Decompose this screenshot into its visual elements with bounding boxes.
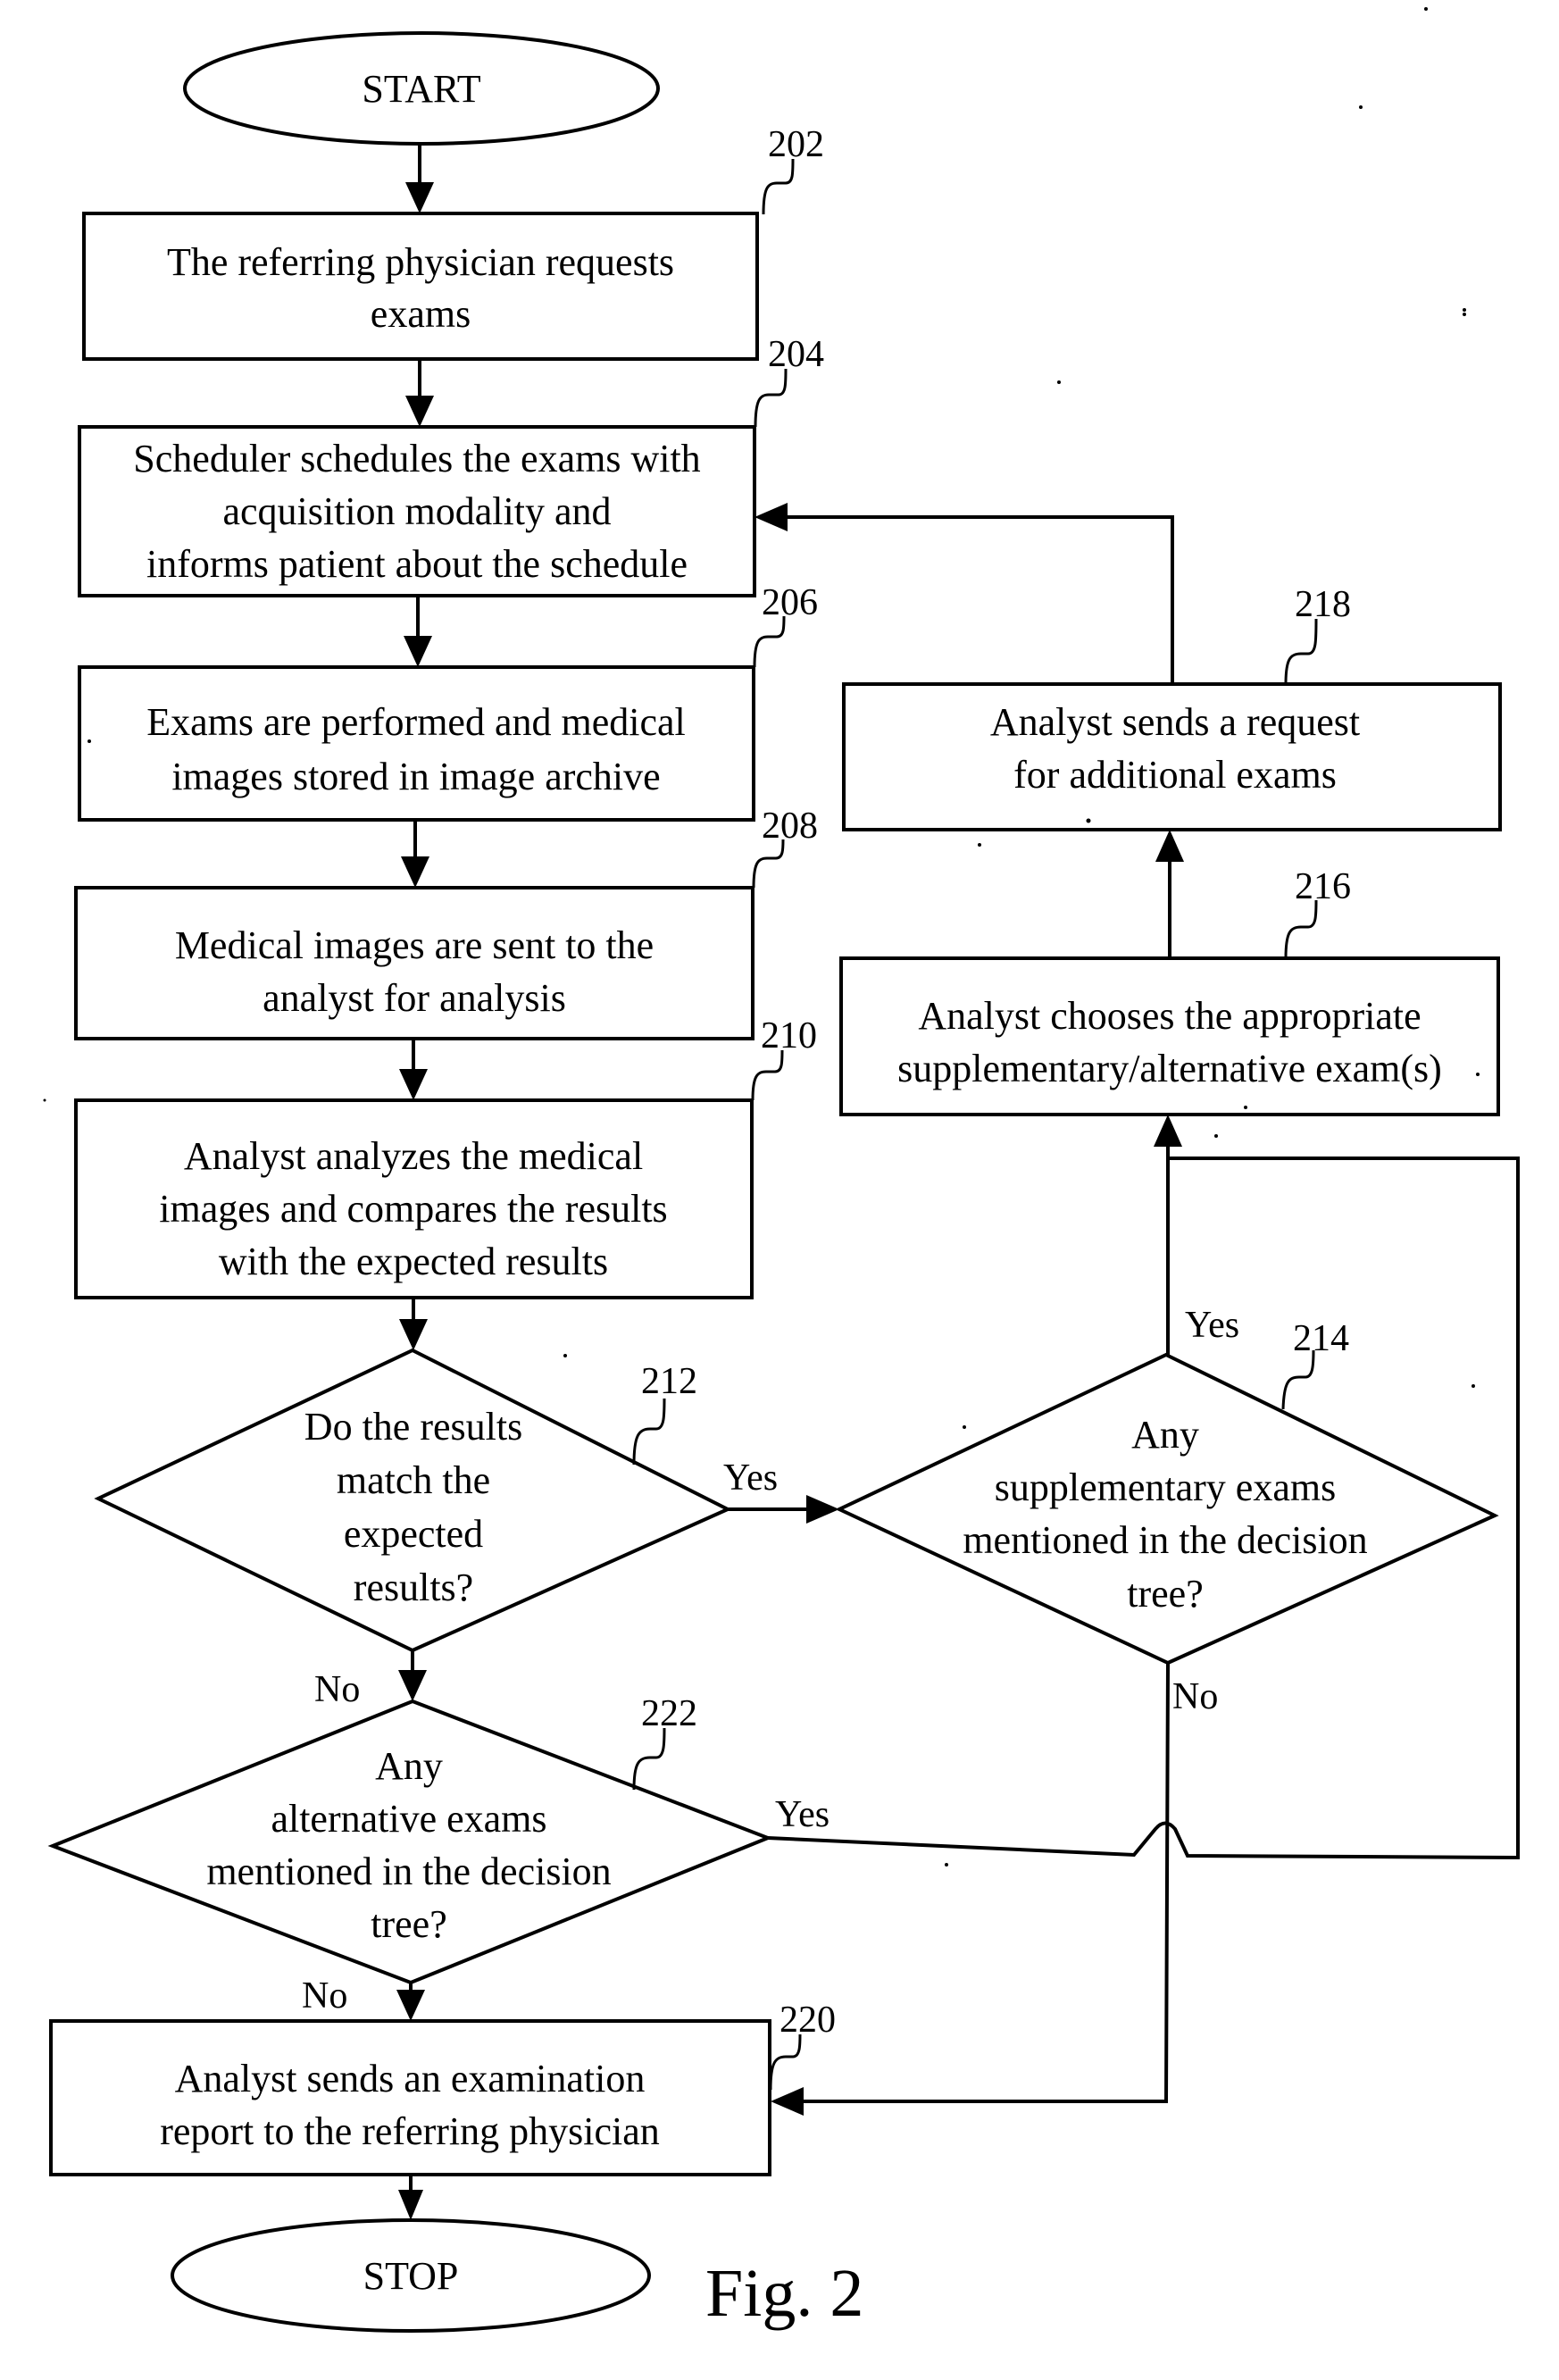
arrowhead-up bbox=[1154, 1115, 1182, 1147]
branch-label-yes-214: Yes bbox=[1185, 1305, 1239, 1346]
ref-label-202: 202 bbox=[768, 124, 824, 165]
arrowhead-down bbox=[405, 396, 434, 427]
decision-212-line-1: Do the results bbox=[304, 1405, 522, 1449]
decision-214-line-3: mentioned in the decision bbox=[963, 1518, 1367, 1562]
ref-label-212: 212 bbox=[641, 1361, 697, 1402]
ref-label-220: 220 bbox=[780, 2000, 836, 2041]
ref-218: 218 bbox=[1284, 584, 1351, 685]
process-218: Analyst sends a request for additional e… bbox=[842, 682, 1502, 831]
branch-label-yes-222: Yes bbox=[775, 1794, 830, 1835]
process-202: The referring physician requests exams bbox=[82, 212, 759, 361]
process-218-line-2: for additional exams bbox=[1013, 753, 1337, 797]
process-208: Medical images are sent to the analyst f… bbox=[74, 886, 754, 1040]
process-208-line-2: analyst for analysis bbox=[263, 976, 566, 1020]
process-208-line-1: Medical images are sent to the bbox=[175, 923, 654, 967]
ref-208: 208 bbox=[752, 806, 818, 889]
arrowhead-left bbox=[754, 503, 788, 531]
process-220-line-2: report to the referring physician bbox=[160, 2109, 660, 2153]
decision-212-line-3: expected bbox=[344, 1512, 483, 1556]
stop-label: STOP bbox=[363, 2254, 459, 2298]
edge-218-204 bbox=[786, 515, 1174, 684]
decision-214-line-1: Any bbox=[1131, 1413, 1199, 1457]
branch-label-no-212: No bbox=[314, 1669, 360, 1710]
process-202-line-1: The referring physician requests bbox=[167, 240, 674, 284]
ref-202: 202 bbox=[762, 124, 824, 215]
process-204: Scheduler schedules the exams with acqui… bbox=[78, 425, 756, 597]
ref-label-208: 208 bbox=[762, 806, 818, 847]
decision-214: Any supplementary exams mentioned in the… bbox=[835, 1352, 1499, 1666]
start-label: START bbox=[362, 67, 480, 111]
ref-label-206: 206 bbox=[762, 582, 818, 623]
ref-214: 214 bbox=[1281, 1318, 1349, 1410]
ref-label-214: 214 bbox=[1293, 1318, 1349, 1359]
arrowhead-down bbox=[396, 1990, 425, 2021]
process-220-line-1: Analyst sends an examination bbox=[175, 2057, 646, 2100]
branch-label-no-214: No bbox=[1172, 1676, 1218, 1717]
ref-label-210: 210 bbox=[761, 1015, 817, 1056]
decision-222-line-4: tree? bbox=[371, 1902, 446, 1946]
decision-222-line-1: Any bbox=[375, 1744, 443, 1788]
process-216-line-1: Analyst chooses the appropriate bbox=[918, 994, 1421, 1038]
branch-label-no-222: No bbox=[302, 1975, 347, 2017]
ref-212: 212 bbox=[632, 1361, 697, 1466]
process-220: Analyst sends an examination report to t… bbox=[49, 2019, 771, 2176]
stop-terminator: STOP bbox=[171, 2218, 651, 2333]
ref-206: 206 bbox=[753, 582, 818, 668]
arrowhead-down bbox=[401, 856, 429, 888]
decision-212: Do the results match the expected result… bbox=[94, 1348, 732, 1653]
arrowhead-down bbox=[404, 636, 432, 667]
process-216-line-2: supplementary/alternative exam(s) bbox=[897, 1047, 1442, 1090]
process-206-line-1: Exams are performed and medical bbox=[146, 700, 686, 744]
arrowhead-down bbox=[398, 1670, 427, 1701]
process-206: Exams are performed and medical images s… bbox=[78, 665, 755, 822]
decision-222: Any alternative exams mentioned in the d… bbox=[47, 1699, 773, 1985]
ref-210: 210 bbox=[751, 1015, 817, 1101]
arrowhead-up bbox=[1155, 830, 1184, 862]
figure-caption: Fig. 2 bbox=[705, 2256, 863, 2331]
decision-214-line-2: supplementary exams bbox=[995, 1466, 1336, 1509]
decision-222-line-3: mentioned in the decision bbox=[206, 1850, 611, 1893]
ref-label-222: 222 bbox=[641, 1693, 697, 1734]
process-204-line-1: Scheduler schedules the exams with bbox=[133, 437, 700, 480]
flowchart: START The referring physician requests e… bbox=[43, 7, 1520, 2333]
decision-212-line-2: match the bbox=[337, 1458, 490, 1502]
process-204-line-2: acquisition modality and bbox=[222, 489, 611, 533]
process-210: Analyst analyzes the medical images and … bbox=[74, 1098, 754, 1299]
ref-label-216: 216 bbox=[1295, 866, 1351, 907]
arrowhead-down bbox=[399, 1319, 428, 1350]
branch-label-yes-212: Yes bbox=[723, 1457, 778, 1499]
arrowhead-left bbox=[771, 2087, 804, 2116]
process-202-line-2: exams bbox=[371, 292, 471, 336]
start-terminator: START bbox=[183, 31, 660, 146]
process-210-line-3: with the expected results bbox=[219, 1240, 608, 1283]
ref-222: 222 bbox=[632, 1693, 697, 1791]
arrowhead-down bbox=[399, 1069, 428, 1100]
ref-label-218: 218 bbox=[1295, 584, 1351, 625]
process-216: Analyst chooses the appropriate suppleme… bbox=[839, 956, 1500, 1116]
arrowhead-down bbox=[405, 182, 434, 213]
process-218-line-1: Analyst sends a request bbox=[990, 700, 1360, 744]
decision-214-line-4: tree? bbox=[1127, 1572, 1203, 1616]
arrowhead-right bbox=[806, 1495, 839, 1524]
decision-212-line-4: results? bbox=[354, 1566, 473, 1609]
edge-214-220 bbox=[802, 1662, 1170, 2103]
process-204-line-3: informs patient about the schedule bbox=[146, 542, 688, 586]
ref-220: 220 bbox=[769, 2000, 836, 2091]
decision-222-line-2: alternative exams bbox=[271, 1797, 546, 1841]
ref-label-204: 204 bbox=[768, 334, 824, 375]
process-210-line-2: images and compares the results bbox=[159, 1187, 667, 1231]
process-206-line-2: images stored in image archive bbox=[171, 755, 660, 798]
arrowhead-down bbox=[398, 2190, 423, 2220]
ref-216: 216 bbox=[1284, 866, 1351, 959]
ref-204: 204 bbox=[754, 334, 824, 428]
process-210-line-1: Analyst analyzes the medical bbox=[184, 1134, 643, 1178]
